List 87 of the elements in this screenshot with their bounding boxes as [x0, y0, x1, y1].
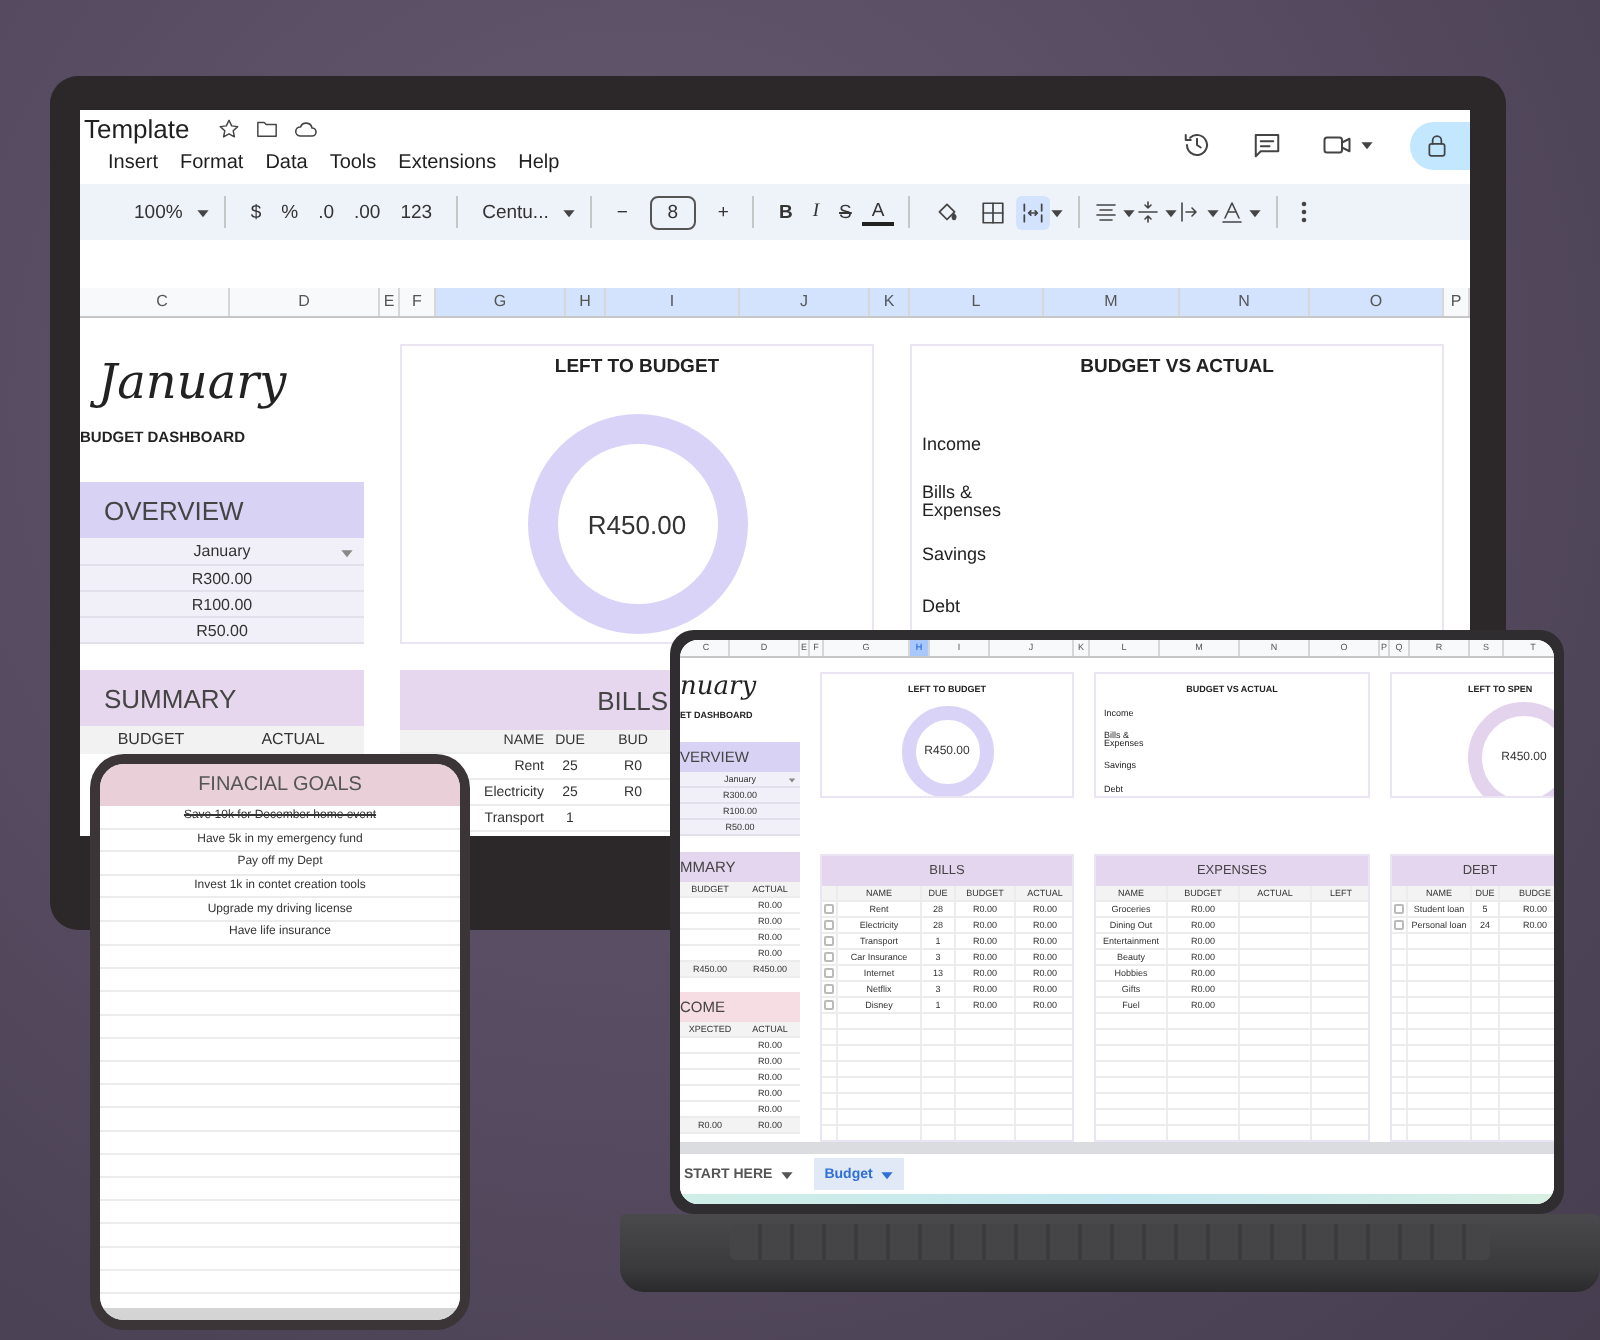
share-button[interactable]	[1410, 121, 1470, 169]
caret-icon[interactable]	[780, 1167, 795, 1181]
caret-icon[interactable]	[562, 205, 577, 219]
summary-header: SUMMARY	[80, 670, 364, 726]
caret-icon[interactable]	[1248, 205, 1263, 219]
checkbox[interactable]	[1394, 904, 1404, 914]
caret-icon[interactable]	[1164, 205, 1179, 219]
caret-icon[interactable]	[1122, 205, 1137, 219]
month-heading: January	[80, 344, 307, 424]
checkbox[interactable]	[824, 1000, 834, 1010]
fill-color-icon[interactable]	[934, 199, 961, 225]
column-header[interactable]: L	[910, 288, 1044, 316]
checkbox[interactable]	[824, 904, 834, 914]
merge-cells-button[interactable]	[1016, 195, 1051, 229]
vertical-align-icon[interactable]	[1136, 200, 1161, 224]
bold-button[interactable]: B	[768, 201, 803, 223]
font-dropdown[interactable]: Centu...	[472, 201, 559, 223]
month-dropdown[interactable]: January	[80, 538, 364, 566]
text-rotate-icon[interactable]	[1220, 200, 1245, 224]
column-header[interactable]: C	[96, 288, 230, 316]
column-label: BUDGET	[115, 728, 187, 752]
strikethrough-button[interactable]: S	[829, 201, 862, 223]
folder-icon[interactable]	[255, 117, 278, 139]
star-icon[interactable]	[217, 117, 240, 139]
column-header[interactable]: E	[380, 288, 400, 316]
increase-font-button[interactable]: +	[707, 201, 739, 223]
menu-item[interactable]: Tools	[329, 152, 377, 174]
column-header[interactable]: N	[1180, 288, 1310, 316]
column-header[interactable]: D	[230, 288, 380, 316]
column-header[interactable]: H	[566, 288, 606, 316]
column-header[interactable]: K	[870, 288, 910, 316]
menu-item[interactable]: Help	[518, 152, 560, 174]
comment-icon[interactable]	[1252, 130, 1282, 160]
cloud-icon[interactable]	[293, 117, 318, 139]
percent-button[interactable]: %	[271, 201, 309, 223]
menu-item[interactable]: Insert	[108, 152, 159, 174]
decrease-font-button[interactable]: −	[606, 201, 638, 223]
overview-cell: R100.00	[80, 592, 364, 618]
column-label: ACTUAL	[259, 728, 327, 752]
caret-icon[interactable]	[1206, 205, 1221, 219]
card-title: LEFT TO BUDGET	[554, 356, 720, 378]
font-size-field[interactable]: 8	[649, 195, 696, 229]
caret-icon[interactable]	[196, 205, 211, 219]
column-header[interactable]: J	[740, 288, 870, 316]
align-icon[interactable]	[1094, 200, 1119, 224]
category-label: Debt	[922, 598, 963, 616]
text-wrap-icon[interactable]	[1178, 200, 1203, 224]
checkbox[interactable]	[824, 936, 834, 946]
category-label: Bills & Expenses	[922, 484, 1004, 520]
column-header[interactable]: G	[436, 288, 566, 316]
document-title[interactable]: Template	[84, 113, 190, 143]
amount-text: R450.00	[587, 509, 687, 539]
column-header[interactable]: M	[1044, 288, 1180, 316]
merge-cells-icon	[1020, 199, 1047, 225]
overview-header: OVERVIEW	[80, 482, 364, 538]
card-title: BUDGET VS ACTUAL	[1080, 356, 1274, 378]
currency-button[interactable]: $	[240, 201, 272, 223]
caret-icon[interactable]	[1360, 138, 1374, 152]
italic-button[interactable]: I	[802, 202, 830, 222]
decimal-button[interactable]: .0	[308, 201, 344, 223]
menu-item[interactable]: Format	[180, 152, 244, 174]
history-icon[interactable]	[1182, 130, 1212, 160]
column-header[interactable]: O	[1310, 288, 1444, 316]
column-header[interactable]: P	[1444, 288, 1470, 316]
checkbox[interactable]	[824, 920, 834, 930]
overview-cell: R300.00	[80, 566, 364, 592]
checkbox[interactable]	[1394, 920, 1404, 930]
month-heading: nuary	[680, 672, 759, 704]
overview-cell: R50.00	[80, 618, 364, 644]
checkbox[interactable]	[824, 968, 834, 978]
borders-icon[interactable]	[980, 199, 1007, 225]
bills-header: BILLS	[400, 670, 674, 730]
number-format-button[interactable]: 123	[390, 201, 443, 223]
checkbox[interactable]	[824, 984, 834, 994]
menu-item[interactable]: Data	[265, 152, 308, 174]
category-label: Savings	[922, 546, 989, 564]
category-label: Income	[922, 436, 984, 454]
caret-icon[interactable]	[1050, 205, 1065, 219]
lock-icon	[1426, 133, 1448, 157]
goals-header: FINACIAL GOALS	[100, 764, 460, 806]
text-color-button[interactable]: A	[861, 199, 895, 225]
menu-item[interactable]: Extensions	[398, 152, 497, 174]
column-header[interactable]: I	[606, 288, 740, 316]
zoom-dropdown[interactable]: 100%	[124, 201, 193, 223]
checkbox[interactable]	[824, 952, 834, 962]
decimal-button[interactable]: .00	[344, 201, 391, 223]
more-icon[interactable]	[1300, 200, 1309, 224]
